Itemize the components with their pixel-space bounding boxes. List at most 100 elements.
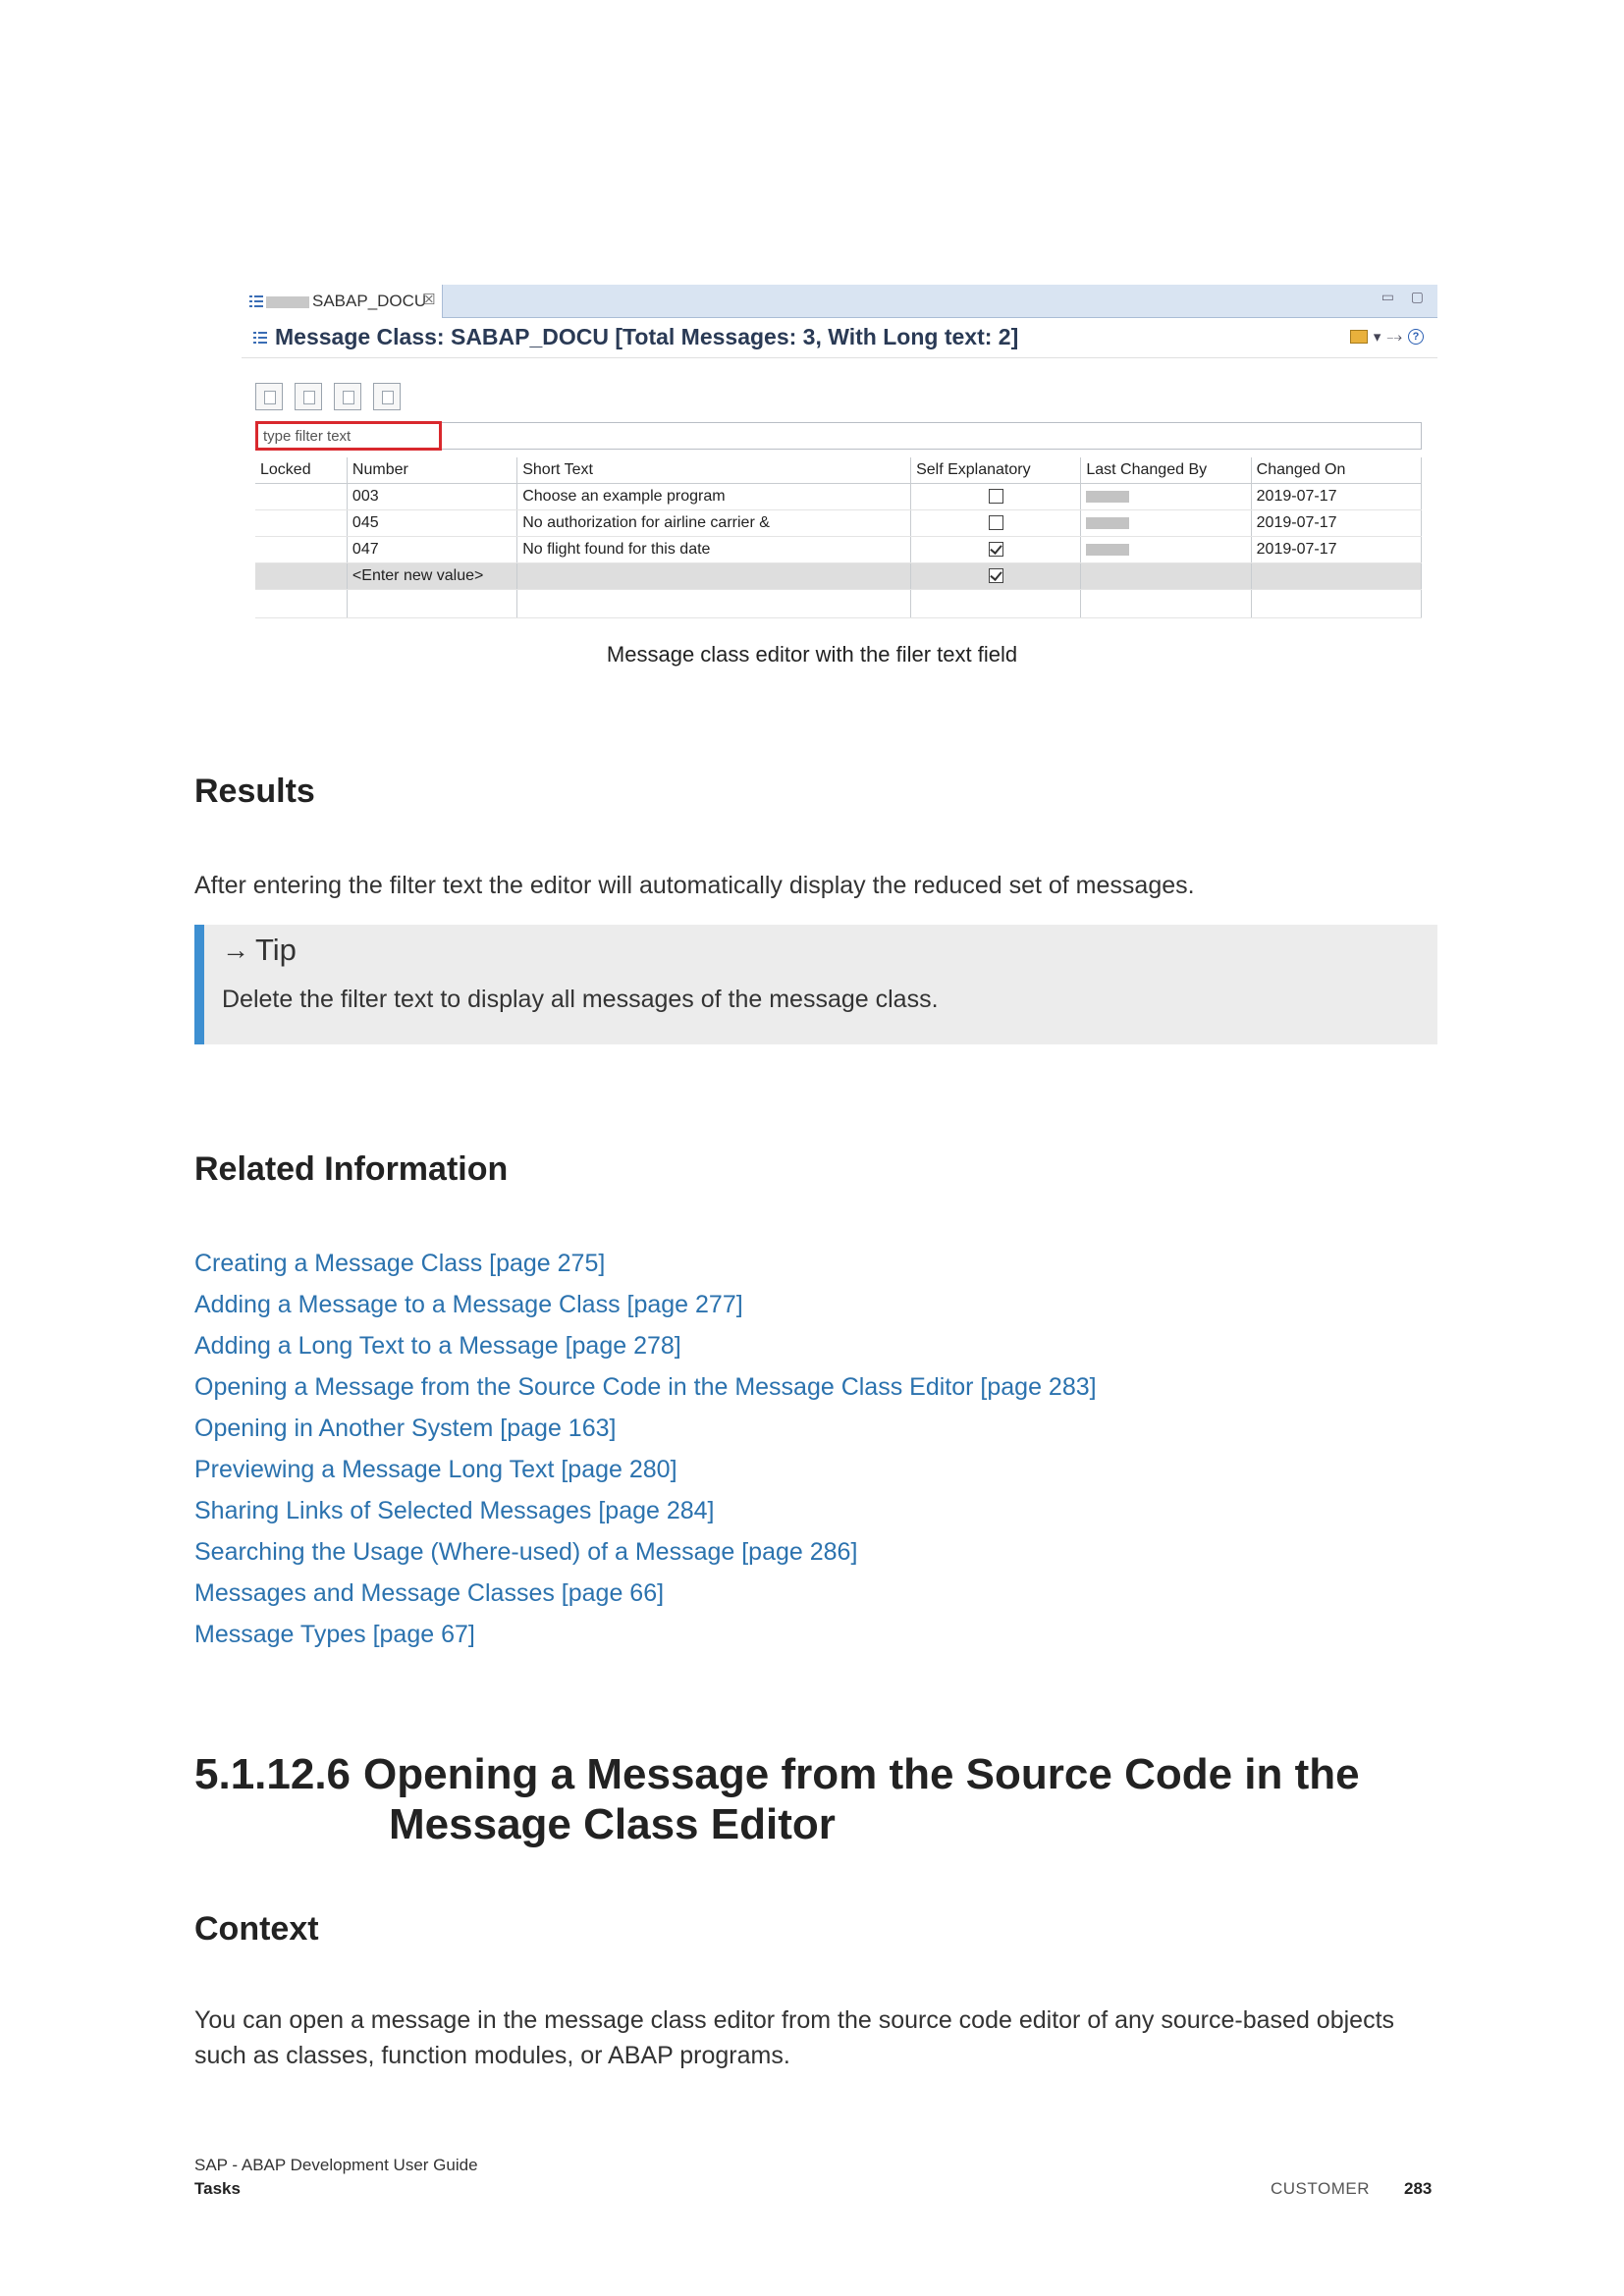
move-icon[interactable] (295, 383, 322, 410)
list-icon (253, 332, 267, 344)
list-item: Searching the Usage (Where-used) of a Me… (194, 1531, 1097, 1573)
self-explanatory-checkbox[interactable] (988, 542, 1003, 558)
related-link[interactable]: Sharing Links of Selected Messages [page… (194, 1497, 715, 1524)
list-item: Opening in Another System [page 163] (194, 1408, 1097, 1449)
short-text-cell: Choose an example program (516, 483, 912, 510)
help-icon[interactable]: ? (1408, 329, 1424, 345)
dropdown-arrow-icon[interactable]: ▾ (1374, 328, 1381, 346)
tab-title: SABAP_DOCU (312, 292, 427, 310)
redacted-user (1086, 516, 1130, 529)
related-link[interactable]: Opening in Another System [page 163] (194, 1415, 616, 1442)
table-row[interactable]: 047 No flight found for this date 2019-0… (255, 536, 1423, 563)
number-cell: 047 (347, 536, 518, 563)
locked-cell (255, 562, 348, 590)
locked-cell (255, 536, 348, 563)
column-header-self-explanatory[interactable]: Self Explanatory (910, 457, 1082, 484)
locked-cell (255, 509, 348, 537)
column-header-short-text[interactable]: Short Text (516, 457, 912, 484)
self-explanatory-cell (910, 536, 1082, 563)
changed-on-cell: 2019-07-17 (1251, 536, 1423, 563)
empty-cell (910, 589, 1082, 618)
empty-row (255, 589, 1423, 618)
self-explanatory-cell (910, 562, 1082, 590)
related-link[interactable]: Adding a Message to a Message Class [pag… (194, 1291, 743, 1318)
close-icon[interactable]: ☒ (422, 291, 435, 308)
related-link[interactable]: Previewing a Message Long Text [page 280… (194, 1456, 677, 1483)
tip-title: Tip (255, 933, 297, 967)
new-entry-row[interactable]: <Enter new value> (255, 562, 1423, 590)
number-cell: 045 (347, 509, 518, 537)
changed-on-cell (1251, 562, 1423, 590)
editor-toolbar (255, 383, 401, 410)
filter-text-input[interactable] (263, 426, 436, 446)
related-link[interactable]: Message Types [page 67] (194, 1621, 475, 1648)
self-explanatory-cell (910, 483, 1082, 510)
list-item: Previewing a Message Long Text [page 280… (194, 1449, 1097, 1490)
tip-label: → Tip (222, 933, 297, 968)
empty-cell (1251, 589, 1423, 618)
copy-icon[interactable] (334, 383, 361, 410)
related-link[interactable]: Messages and Message Classes [page 66] (194, 1579, 664, 1607)
link-icon[interactable]: ⤍ (1386, 329, 1402, 346)
related-link[interactable]: Adding a Long Text to a Message [page 27… (194, 1332, 681, 1360)
editor-header: Message Class: SABAP_DOCU [Total Message… (242, 318, 1437, 358)
list-item: Adding a Long Text to a Message [page 27… (194, 1325, 1097, 1366)
empty-cell (255, 589, 348, 618)
empty-cell (1080, 589, 1252, 618)
related-link[interactable]: Creating a Message Class [page 275] (194, 1250, 605, 1277)
column-header-changed-on[interactable]: Changed On (1251, 457, 1423, 484)
results-heading: Results (194, 773, 315, 810)
empty-cell (516, 589, 912, 618)
arrow-right-icon: → (222, 934, 249, 965)
context-heading: Context (194, 1910, 319, 1948)
redacted-user (1086, 543, 1130, 556)
chapter-title-line-2: Message Class Editor (389, 1800, 836, 1848)
short-text-cell: No flight found for this date (516, 536, 912, 563)
editor-tab[interactable]: SABAP_DOCU ☒ (242, 285, 443, 318)
chapter-number: 5.1.12.6 (194, 1750, 352, 1798)
results-text: After entering the filter text the edito… (194, 872, 1195, 899)
column-header-number[interactable]: Number (347, 457, 518, 484)
list-item: Message Types [page 67] (194, 1614, 1097, 1655)
related-links-list: Creating a Message Class [page 275] Addi… (194, 1243, 1097, 1655)
maximize-icon[interactable]: ▢ (1411, 289, 1424, 305)
message-class-editor-screenshot: SABAP_DOCU ☒ ▭ ▢ Message Class: SABAP_DO… (242, 285, 1437, 620)
changed-on-cell: 2019-07-17 (1251, 483, 1423, 510)
last-changed-by-cell (1080, 483, 1252, 510)
last-changed-by-cell (1080, 562, 1252, 590)
related-link[interactable]: Searching the Usage (Where-used) of a Me… (194, 1538, 857, 1566)
redacted-system-label (266, 296, 309, 308)
list-item: Opening a Message from the Source Code i… (194, 1366, 1097, 1408)
related-link[interactable]: Opening a Message from the Source Code i… (194, 1373, 1097, 1401)
minimize-icon[interactable]: ▭ (1381, 289, 1394, 305)
footer-classification: CUSTOMER (1271, 2179, 1370, 2198)
figure-caption: Message class editor with the filer text… (606, 642, 1018, 667)
delete-icon[interactable] (373, 383, 401, 410)
page-number: 283 (1404, 2179, 1433, 2198)
column-header-last-changed-by[interactable]: Last Changed By (1080, 457, 1252, 484)
short-text-cell: No authorization for airline carrier & (516, 509, 912, 537)
footer-guide-title: SAP - ABAP Development User Guide (194, 2156, 478, 2174)
table-row[interactable]: 045 No authorization for airline carrier… (255, 509, 1423, 537)
new-value-cell[interactable]: <Enter new value> (347, 562, 518, 590)
editor-tab-bar: SABAP_DOCU ☒ ▭ ▢ (242, 285, 1437, 318)
package-icon[interactable] (1349, 330, 1368, 344)
related-information-heading: Related Information (194, 1150, 509, 1188)
list-item: Sharing Links of Selected Messages [page… (194, 1490, 1097, 1531)
chapter-title-line-1: Opening a Message from the Source Code i… (363, 1750, 1360, 1798)
editor-title: Message Class: SABAP_DOCU [Total Message… (275, 324, 1019, 349)
context-text: You can open a message in the message cl… (194, 2006, 1395, 2069)
number-cell: 003 (347, 483, 518, 510)
footer-section: Tasks (194, 2179, 241, 2198)
self-explanatory-checkbox[interactable] (988, 515, 1003, 531)
self-explanatory-checkbox[interactable] (988, 489, 1003, 505)
self-explanatory-checkbox[interactable] (988, 568, 1003, 584)
short-text-cell[interactable] (516, 562, 912, 590)
list-item: Messages and Message Classes [page 66] (194, 1573, 1097, 1614)
add-message-icon[interactable] (255, 383, 283, 410)
chapter-heading: 5.1.12.6 Opening a Message from the Sourc… (194, 1749, 1360, 1849)
column-header-locked[interactable]: Locked (255, 457, 348, 484)
editor-header-tools: ▾ ⤍ ? (1349, 328, 1424, 346)
table-row[interactable]: 003 Choose an example program 2019-07-17 (255, 483, 1423, 510)
last-changed-by-cell (1080, 509, 1252, 537)
